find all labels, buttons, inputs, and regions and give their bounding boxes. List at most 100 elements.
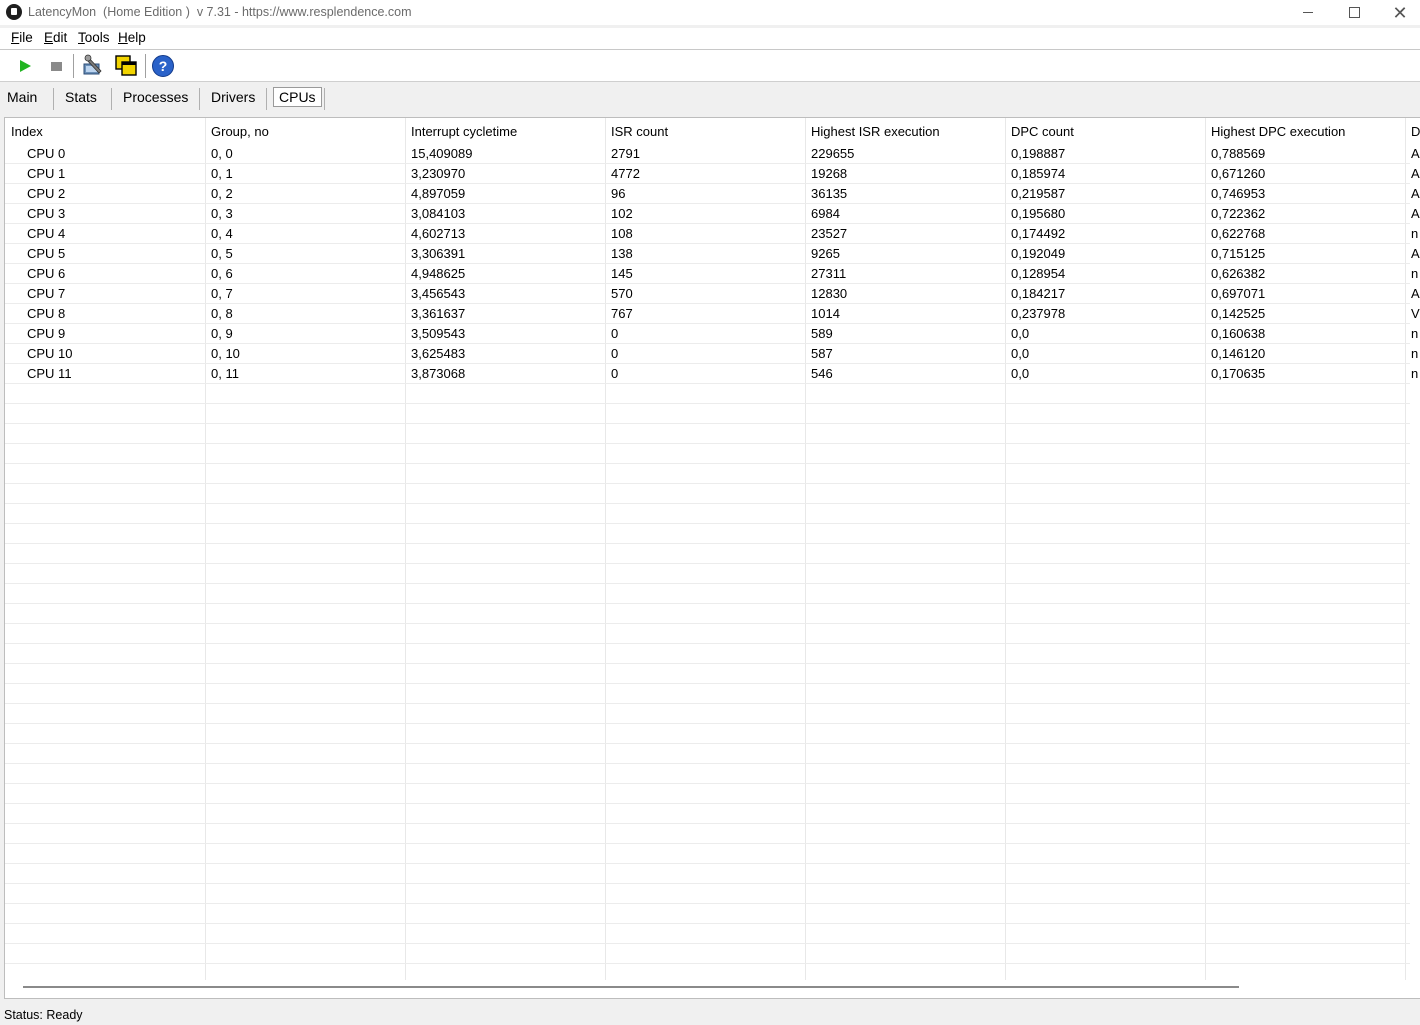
- close-button[interactable]: ✕: [1377, 0, 1420, 25]
- row-divider: [5, 443, 1410, 444]
- row-divider: [5, 623, 1410, 624]
- table-cell: 96: [611, 186, 626, 201]
- tab-processes[interactable]: Processes: [123, 89, 188, 105]
- row-divider: [5, 543, 1410, 544]
- table-cell: 6984: [811, 206, 840, 221]
- table-cell: 0,788569: [1211, 146, 1266, 161]
- start-button[interactable]: [13, 54, 37, 78]
- table-cell: 3,230970: [411, 166, 466, 181]
- table-row[interactable]: CPU 8 0, 8 3,361637 767 1014 0,237978 0,142525…: [5, 303, 1420, 323]
- tab-separator: [53, 88, 54, 110]
- column-header[interactable]: Group, no: [211, 124, 269, 139]
- table-cell: 0, 9: [211, 326, 233, 341]
- tab-bar: Main Stats Processes Drivers CPUs: [0, 82, 1420, 116]
- row-divider: [5, 643, 1410, 644]
- table-cell: 138: [611, 246, 633, 261]
- title-bar: LatencyMon (Home Edition ) v 7.31 - http…: [0, 0, 1420, 25]
- table-cell: 0, 6: [211, 266, 233, 281]
- table-row[interactable]: CPU 11 0, 11 3,873068 0 546 0,0 0,170635 n: [5, 363, 1420, 383]
- help-button[interactable]: ?: [151, 54, 175, 78]
- table-cell: CPU 9: [27, 326, 66, 341]
- table-row[interactable]: CPU 7 0, 7 3,456543 570 12830 0,184217 0,69707…: [5, 283, 1420, 303]
- column-header[interactable]: Interrupt cycletime: [411, 124, 517, 139]
- tab-drivers[interactable]: Drivers: [211, 89, 255, 105]
- row-divider: [5, 583, 1410, 584]
- table-row[interactable]: CPU 0 0, 0 15,409089 2791 229655 0,198887 0,78…: [5, 143, 1420, 163]
- tab-stats[interactable]: Stats: [65, 89, 97, 105]
- minimize-button[interactable]: [1285, 0, 1331, 25]
- row-divider: [5, 843, 1410, 844]
- table-cell: 0,746953: [1211, 186, 1266, 201]
- table-cell: 145: [611, 266, 633, 281]
- menu-file[interactable]: File: [11, 30, 33, 45]
- maximize-button[interactable]: [1331, 0, 1377, 25]
- row-divider: [5, 923, 1410, 924]
- toolbar: ?: [0, 50, 1420, 82]
- menu-help[interactable]: Help: [118, 30, 146, 45]
- table-cell: 3,361637: [411, 306, 466, 321]
- table-cell: n: [1411, 226, 1419, 241]
- cpu-table[interactable]: Index Group, no Interrupt cycletime ISR cou…: [4, 117, 1420, 999]
- status-text: Status: Ready: [4, 1008, 83, 1022]
- horizontal-scrollbar[interactable]: [5, 980, 1420, 998]
- table-row[interactable]: CPU 5 0, 5 3,306391 138 9265 0,192049 0,715125…: [5, 243, 1420, 263]
- table-cell: 1014: [811, 306, 840, 321]
- help-icon: ?: [152, 55, 174, 77]
- table-cell: 0: [611, 346, 619, 361]
- table-row[interactable]: CPU 1 0, 1 3,230970 4772 19268 0,185974 0,6712…: [5, 163, 1420, 183]
- row-divider: [5, 883, 1410, 884]
- column-header[interactable]: DPC count: [1011, 124, 1074, 139]
- row-divider: [5, 703, 1410, 704]
- menu-edit[interactable]: Edit: [44, 30, 67, 45]
- table-cell: CPU 5: [27, 246, 66, 261]
- maximize-icon: [1348, 7, 1360, 18]
- table-cell: 0, 2: [211, 186, 233, 201]
- table-cell: n: [1411, 366, 1419, 381]
- tab-cpus[interactable]: CPUs: [273, 87, 322, 107]
- table-cell: 4,602713: [411, 226, 466, 241]
- table-cell: 0, 5: [211, 246, 233, 261]
- table-cell: 0, 10: [211, 346, 240, 361]
- column-header[interactable]: ISR count: [611, 124, 668, 139]
- table-row[interactable]: CPU 9 0, 9 3,509543 0 589 0,0 0,160638 n: [5, 323, 1420, 343]
- tab-separator: [111, 88, 112, 110]
- driver-tools-button[interactable]: [81, 54, 105, 78]
- table-cell: 0,237978: [1011, 306, 1066, 321]
- table-cell: 767: [611, 306, 633, 321]
- table-row[interactable]: CPU 6 0, 6 4,948625 145 27311 0,128954 0,62638…: [5, 263, 1420, 283]
- tab-separator: [324, 88, 325, 110]
- table-cell: 0, 3: [211, 206, 233, 221]
- table-row[interactable]: CPU 10 0, 10 3,625483 0 587 0,0 0,146120 n: [5, 343, 1420, 363]
- table-cell: 2791: [611, 146, 640, 161]
- table-cell: A: [1411, 186, 1420, 201]
- table-cell: 4,948625: [411, 266, 466, 281]
- tab-main[interactable]: Main: [7, 89, 37, 105]
- table-cell: 15,409089: [411, 146, 473, 161]
- row-divider: [5, 423, 1410, 424]
- table-cell: 3,625483: [411, 346, 466, 361]
- column-header[interactable]: Highest DPC execution: [1211, 124, 1345, 139]
- stop-button[interactable]: [44, 54, 68, 78]
- column-header[interactable]: Index: [11, 124, 43, 139]
- menu-tools[interactable]: Tools: [78, 30, 110, 45]
- stop-icon: [50, 61, 62, 71]
- horizontal-scrollbar-thumb[interactable]: [23, 986, 1239, 988]
- table-cell: 0,192049: [1011, 246, 1066, 261]
- column-header[interactable]: Highest ISR execution: [811, 124, 940, 139]
- table-cell: 102: [611, 206, 633, 221]
- window-button[interactable]: [114, 54, 138, 78]
- column-header[interactable]: D: [1411, 124, 1420, 139]
- table-cell: 0,195680: [1011, 206, 1066, 221]
- tab-separator: [266, 88, 267, 110]
- table-row[interactable]: CPU 2 0, 2 4,897059 96 36135 0,219587 0,746953…: [5, 183, 1420, 203]
- table-cell: 9265: [811, 246, 840, 261]
- table-cell: 0,219587: [1011, 186, 1066, 201]
- table-cell: 0,128954: [1011, 266, 1066, 281]
- row-divider: [5, 903, 1410, 904]
- table-row[interactable]: CPU 4 0, 4 4,602713 108 23527 0,174492 0,62276…: [5, 223, 1420, 243]
- table-row[interactable]: CPU 3 0, 3 3,084103 102 6984 0,195680 0,722362…: [5, 203, 1420, 223]
- table-cell: 3,456543: [411, 286, 466, 301]
- row-divider: [5, 963, 1410, 964]
- table-cell: 0,174492: [1011, 226, 1066, 241]
- table-cell: CPU 1: [27, 166, 66, 181]
